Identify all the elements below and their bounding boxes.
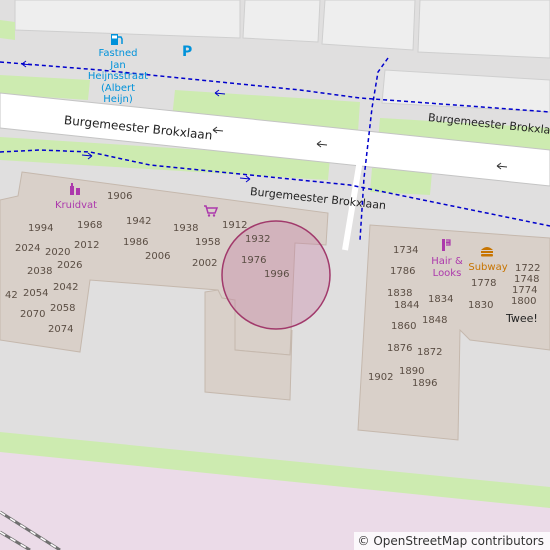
house-number: 1996 [264, 269, 290, 280]
house-number: 1938 [173, 223, 199, 234]
house-number: 1912 [222, 220, 248, 231]
house-number: 1986 [123, 237, 149, 248]
house-number: 1876 [387, 343, 413, 354]
house-number: 2002 [192, 258, 218, 269]
twee-label: Twee! [506, 312, 538, 325]
house-number: 1872 [417, 347, 443, 358]
fast-food-icon[interactable] [480, 245, 496, 259]
house-number: 1902 [368, 372, 394, 383]
house-number: 1830 [468, 300, 494, 311]
house-number: 1942 [126, 216, 152, 227]
fuel-station-icon[interactable] [110, 33, 126, 47]
house-number: 1800 [511, 296, 537, 307]
house-number: 1734 [393, 245, 419, 256]
attribution-text[interactable]: © OpenStreetMap contributors [358, 534, 544, 548]
house-number: 1834 [428, 294, 454, 305]
house-number: 42 [5, 290, 18, 301]
kruidvat-label: Kruidvat [54, 200, 98, 211]
house-number: 1838 [387, 288, 413, 299]
house-number: 2024 [15, 243, 41, 254]
house-number: 1958 [195, 237, 221, 248]
fuel-station-label: Fastned Jan Heijnsstraat (Albert Heijn) [87, 48, 149, 105]
house-number: 2042 [53, 282, 79, 293]
house-number: 2058 [50, 303, 76, 314]
parking-icon[interactable]: P [182, 44, 192, 60]
house-number: 1896 [412, 378, 438, 389]
house-number: 1774 [512, 285, 538, 296]
house-number: 1860 [391, 321, 417, 332]
house-number: 2006 [145, 251, 171, 262]
house-number: 1748 [514, 274, 540, 285]
house-number: 2038 [27, 266, 53, 277]
house-number: 2074 [48, 324, 74, 335]
house-number: 1906 [107, 191, 133, 202]
parking-area-3 [321, 0, 416, 51]
house-number: 2070 [20, 309, 46, 320]
house-number: 1890 [399, 366, 425, 377]
house-number: 2054 [23, 288, 49, 299]
chemist-icon[interactable] [69, 182, 83, 196]
hair-looks-label: Hair & Looks [431, 256, 463, 279]
parking-area-2 [242, 0, 321, 43]
house-number: 2020 [45, 247, 71, 258]
house-number: 1848 [422, 315, 448, 326]
house-number: 1968 [77, 220, 103, 231]
house-number: 1722 [515, 263, 541, 274]
house-number: 1778 [471, 278, 497, 289]
house-number: 1844 [394, 300, 420, 311]
grass-area-top-left [0, 20, 15, 40]
map-canvas[interactable]: Burgemeester Brokxlaan Burgemeester Brok… [0, 0, 550, 550]
house-number: 2012 [74, 240, 100, 251]
house-number: 2026 [57, 260, 83, 271]
house-number: 1786 [390, 266, 416, 277]
house-number: 1932 [245, 234, 271, 245]
subway-label: Subway [468, 262, 508, 273]
house-number: 1976 [241, 255, 267, 266]
parking-area-4 [417, 0, 550, 59]
house-number: 1994 [28, 223, 54, 234]
hairdresser-icon[interactable] [440, 238, 454, 252]
map-attribution[interactable]: © OpenStreetMap contributors [353, 532, 550, 550]
shopping-cart-icon[interactable] [203, 204, 219, 218]
